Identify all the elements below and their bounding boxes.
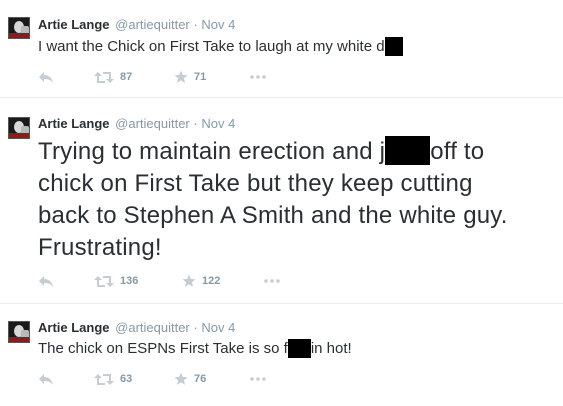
redaction-box [287, 338, 311, 358]
tweet-1[interactable]: Artie Lange @artiequitter · Nov 4 I want… [0, 0, 563, 95]
favorite-count: 71 [194, 71, 207, 83]
more-button[interactable] [250, 371, 266, 387]
tweet-text: I want the Chick on First Take to laugh … [38, 36, 403, 57]
more-icon [264, 279, 280, 283]
retweet-button[interactable]: 136 [94, 273, 138, 289]
retweet-count: 63 [120, 373, 133, 385]
tweet-header: Artie Lange @artiequitter · Nov 4 [38, 17, 235, 33]
tweet-actions: 63 76 [38, 371, 298, 387]
tweet-text-line-4: Frustrating! [38, 234, 162, 261]
user-name[interactable]: Artie Lange [38, 116, 110, 131]
tweet-3[interactable]: Artie Lange @artiequitter · Nov 4 The ch… [0, 304, 563, 406]
star-icon [182, 274, 196, 287]
reply-icon [39, 374, 53, 385]
redaction-box [384, 36, 403, 56]
retweet-icon [94, 275, 114, 287]
tweet-actions: 136 122 [38, 273, 298, 289]
tweet-date[interactable]: Nov 4 [201, 320, 235, 335]
more-icon [250, 377, 266, 381]
more-button[interactable] [264, 273, 280, 289]
retweet-button[interactable]: 87 [94, 69, 132, 85]
tweet-date[interactable]: Nov 4 [201, 17, 235, 32]
separator-dot: · [193, 17, 198, 32]
retweet-icon [94, 373, 114, 385]
tweet-actions: 87 71 [38, 69, 298, 85]
retweet-count: 136 [120, 275, 139, 287]
tweet-header: Artie Lange @artiequitter · Nov 4 [38, 116, 235, 132]
tweet-text-part: in hot! [310, 340, 352, 357]
user-name[interactable]: Artie Lange [38, 17, 110, 32]
star-icon [174, 372, 188, 385]
star-icon [174, 70, 188, 83]
tweet-text-line-2: chick on First Take but they keep cuttin… [38, 170, 473, 197]
favorite-count: 122 [202, 275, 221, 287]
reply-icon [39, 276, 53, 287]
more-button[interactable] [250, 69, 266, 85]
retweet-icon [94, 71, 114, 83]
more-icon [250, 75, 266, 79]
retweet-count: 87 [120, 71, 133, 83]
redaction-box [385, 136, 431, 166]
tweet-text-part: I want the Chick on First Take to laugh … [38, 38, 385, 55]
user-handle[interactable]: @artiequitter [115, 320, 190, 335]
separator-dot: · [193, 320, 198, 335]
user-handle[interactable]: @artiequitter [115, 116, 190, 131]
separator-dot: · [193, 116, 198, 131]
tweet-header: Artie Lange @artiequitter · Nov 4 [38, 320, 235, 336]
avatar-stripe [9, 133, 29, 138]
reply-button[interactable] [38, 371, 54, 387]
user-handle[interactable]: @artiequitter [115, 17, 190, 32]
retweet-button[interactable]: 63 [94, 371, 132, 387]
avatar[interactable] [8, 321, 30, 343]
tweet-text-part: off to [430, 138, 485, 165]
tweet-text-line-3: back to Stephen A Smith and the white gu… [38, 202, 508, 229]
reply-button[interactable] [38, 69, 54, 85]
avatar[interactable] [8, 117, 30, 139]
favorite-button[interactable]: 71 [174, 69, 206, 85]
tweet-text-part: The chick on ESPNs First Take is so f [38, 340, 288, 357]
tweet-text: The chick on ESPNs First Take is so f in … [38, 338, 352, 359]
favorite-button[interactable]: 76 [174, 371, 206, 387]
avatar-stripe [9, 33, 29, 38]
favorite-button[interactable]: 122 [182, 273, 220, 289]
tweet-2[interactable]: Artie Lange @artiequitter · Nov 4 Trying… [0, 98, 563, 302]
reply-icon [39, 72, 53, 83]
tweet-text-line-1: Trying to maintain erection and j off to [38, 136, 484, 168]
tweet-text-part: Trying to maintain erection and j [38, 138, 386, 165]
user-name[interactable]: Artie Lange [38, 320, 110, 335]
tweet-date[interactable]: Nov 4 [201, 116, 235, 131]
favorite-count: 76 [194, 373, 207, 385]
avatar-stripe [9, 337, 29, 342]
reply-button[interactable] [38, 273, 54, 289]
avatar[interactable] [8, 17, 30, 39]
